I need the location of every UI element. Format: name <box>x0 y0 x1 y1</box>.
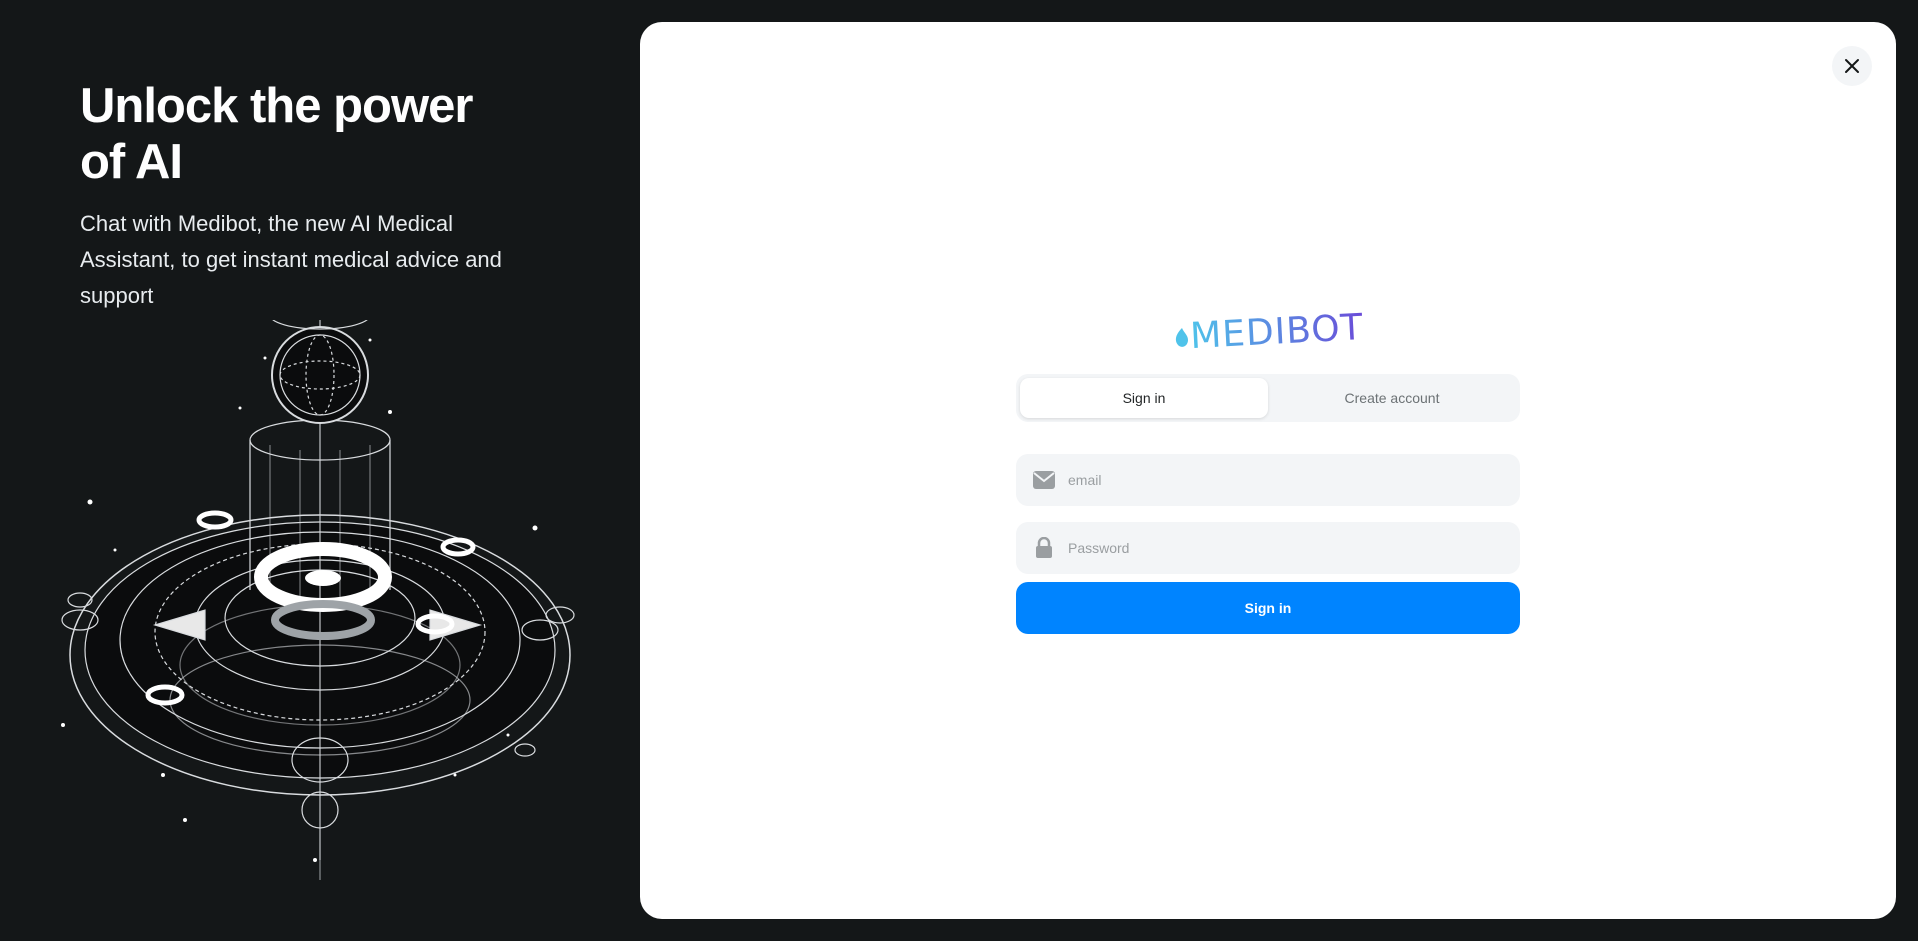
hero-title: Unlock the power of AI <box>80 79 473 189</box>
lock-icon <box>1032 536 1056 560</box>
auth-tabs: Sign in Create account <box>1016 374 1520 422</box>
email-input[interactable] <box>1056 453 1520 507</box>
hero-panel: Unlock the power of AI Chat with Medibot… <box>0 0 640 941</box>
hero-subtitle: Chat with Medibot, the new AI Medical As… <box>80 211 502 308</box>
auth-form: MEDIBOT Sign in Create account email Sig… <box>1016 300 1520 634</box>
medibot-logo: MEDIBOT <box>1175 307 1365 357</box>
password-field <box>1016 521 1520 575</box>
tab-create-account[interactable]: Create account <box>1268 378 1516 418</box>
sign-in-button[interactable]: Sign in <box>1016 582 1520 634</box>
tab-sign-in[interactable]: Sign in <box>1020 378 1268 418</box>
envelope-icon <box>1032 468 1056 492</box>
auth-modal: MEDIBOT Sign in Create account email Sig… <box>640 22 1896 919</box>
close-icon <box>1845 59 1859 73</box>
email-field <box>1016 453 1520 507</box>
close-button[interactable] <box>1832 46 1872 86</box>
svg-text:MEDIBOT: MEDIBOT <box>1189 307 1364 357</box>
ai-orb-illustration <box>61 320 575 880</box>
password-input[interactable] <box>1056 521 1520 575</box>
